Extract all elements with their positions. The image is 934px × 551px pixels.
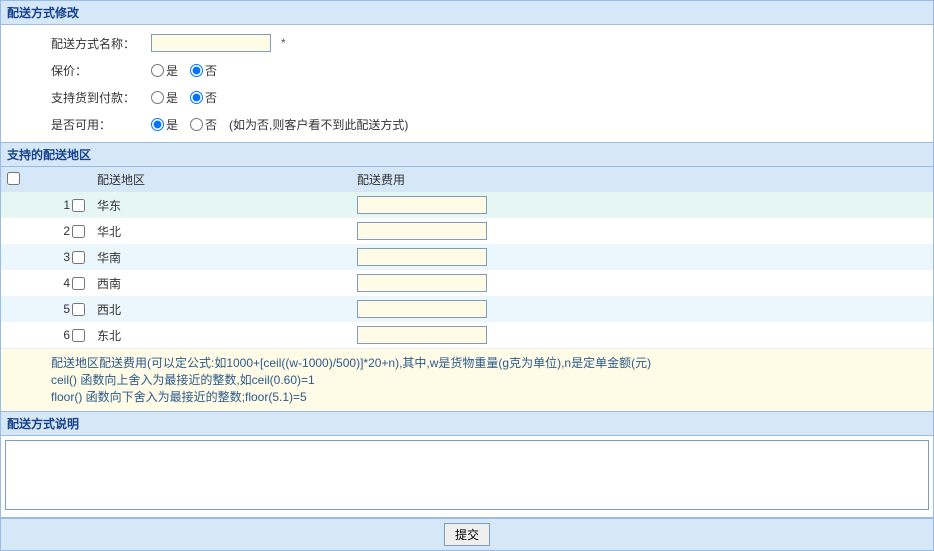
- region-name: 华东: [91, 192, 351, 218]
- region-checkbox[interactable]: [72, 303, 85, 316]
- regions-table: 配送地区 配送费用 1 华东 2 华北 3 华南 4 西南 5 西北 6 东北: [1, 167, 933, 348]
- cod-yes-radio[interactable]: [151, 91, 164, 104]
- region-name: 东北: [91, 322, 351, 348]
- delivery-edit-panel: 配送方式修改 配送方式名称： * 保价： 是 否 支持货: [0, 0, 934, 143]
- enabled-no-label: 否: [205, 116, 217, 133]
- enabled-yes-wrap[interactable]: 是: [151, 116, 178, 133]
- delivery-edit-header: 配送方式修改: [1, 1, 933, 25]
- label-enabled: 是否可用：: [51, 116, 151, 133]
- insured-no-radio[interactable]: [190, 64, 203, 77]
- fee-formula-note: 配送地区配送费用(可以定公式:如1000+[ceil((w-1000)/500)…: [1, 348, 933, 411]
- region-fee-input[interactable]: [357, 248, 487, 266]
- row-insured: 保价： 是 否: [51, 57, 933, 84]
- row-index: 5: [63, 302, 70, 316]
- col-fee-header: 配送费用: [351, 167, 933, 192]
- cod-yes-label: 是: [166, 89, 178, 106]
- row-idx-chk: 1: [1, 192, 91, 218]
- select-all-checkbox[interactable]: [7, 172, 20, 185]
- region-name: 华北: [91, 218, 351, 244]
- enabled-no-radio[interactable]: [190, 118, 203, 131]
- col-check-header: [1, 167, 91, 192]
- region-name: 西南: [91, 270, 351, 296]
- region-fee-cell: [351, 322, 933, 348]
- region-name: 西北: [91, 296, 351, 322]
- region-checkbox[interactable]: [72, 277, 85, 290]
- region-fee-input[interactable]: [357, 326, 487, 344]
- table-row: 3 华南: [1, 244, 933, 270]
- table-row: 1 华东: [1, 192, 933, 218]
- region-fee-input[interactable]: [357, 274, 487, 292]
- row-idx-chk: 2: [1, 218, 91, 244]
- enabled-yes-radio[interactable]: [151, 118, 164, 131]
- row-index: 2: [63, 224, 70, 238]
- region-name: 华南: [91, 244, 351, 270]
- submit-button[interactable]: 提交: [444, 523, 490, 546]
- region-fee-cell: [351, 296, 933, 322]
- submit-bar: 提交: [0, 518, 934, 551]
- regions-header: 支持的配送地区: [1, 143, 933, 167]
- insured-no-label: 否: [205, 62, 217, 79]
- row-idx-chk: 4: [1, 270, 91, 296]
- insured-yes-wrap[interactable]: 是: [151, 62, 178, 79]
- cod-no-radio[interactable]: [190, 91, 203, 104]
- enabled-no-wrap[interactable]: 否: [190, 116, 217, 133]
- region-fee-cell: [351, 270, 933, 296]
- row-index: 4: [63, 276, 70, 290]
- region-checkbox[interactable]: [72, 251, 85, 264]
- row-index: 1: [63, 198, 70, 212]
- cod-no-wrap[interactable]: 否: [190, 89, 217, 106]
- description-textarea[interactable]: [5, 440, 929, 510]
- description-header: 配送方式说明: [1, 412, 933, 436]
- region-checkbox[interactable]: [72, 225, 85, 238]
- row-idx-chk: 3: [1, 244, 91, 270]
- required-asterisk: *: [281, 36, 286, 50]
- note-line2: ceil() 函数向上舍入为最接近的整数,如ceil(0.60)=1: [51, 372, 927, 389]
- row-index: 6: [63, 328, 70, 342]
- row-cod: 支持货到付款： 是 否: [51, 84, 933, 111]
- row-name: 配送方式名称： *: [51, 29, 933, 57]
- region-checkbox[interactable]: [72, 199, 85, 212]
- row-idx-chk: 5: [1, 296, 91, 322]
- row-index: 3: [63, 250, 70, 264]
- table-row: 2 华北: [1, 218, 933, 244]
- enabled-yes-label: 是: [166, 116, 178, 133]
- col-region-header: 配送地区: [91, 167, 351, 192]
- regions-panel: 支持的配送地区 配送地区 配送费用 1 华东 2 华北 3 华南 4 西南 5 西北 6 东北 配送地…: [0, 143, 934, 412]
- delivery-name-input[interactable]: [151, 34, 271, 52]
- description-panel: 配送方式说明: [0, 412, 934, 518]
- delivery-edit-body: 配送方式名称： * 保价： 是 否 支持货到付款：: [1, 25, 933, 142]
- region-checkbox[interactable]: [72, 329, 85, 342]
- region-fee-input[interactable]: [357, 196, 487, 214]
- table-row: 5 西北: [1, 296, 933, 322]
- row-enabled: 是否可用： 是 否 (如为否,则客户看不到此配送方式): [51, 111, 933, 138]
- table-row: 6 东北: [1, 322, 933, 348]
- table-row: 4 西南: [1, 270, 933, 296]
- insured-yes-radio[interactable]: [151, 64, 164, 77]
- insured-no-wrap[interactable]: 否: [190, 62, 217, 79]
- note-line1: 配送地区配送费用(可以定公式:如1000+[ceil((w-1000)/500)…: [51, 355, 927, 372]
- label-insured: 保价：: [51, 62, 151, 79]
- cod-no-label: 否: [205, 89, 217, 106]
- insured-yes-label: 是: [166, 62, 178, 79]
- enabled-hint: (如为否,则客户看不到此配送方式): [229, 116, 408, 133]
- region-fee-cell: [351, 192, 933, 218]
- cod-yes-wrap[interactable]: 是: [151, 89, 178, 106]
- region-fee-cell: [351, 244, 933, 270]
- region-fee-cell: [351, 218, 933, 244]
- row-idx-chk: 6: [1, 322, 91, 348]
- note-line3: floor() 函数向下舍入为最接近的整数;floor(5.1)=5: [51, 389, 927, 406]
- label-cod: 支持货到付款：: [51, 89, 151, 106]
- label-name: 配送方式名称：: [51, 35, 151, 52]
- region-fee-input[interactable]: [357, 300, 487, 318]
- region-fee-input[interactable]: [357, 222, 487, 240]
